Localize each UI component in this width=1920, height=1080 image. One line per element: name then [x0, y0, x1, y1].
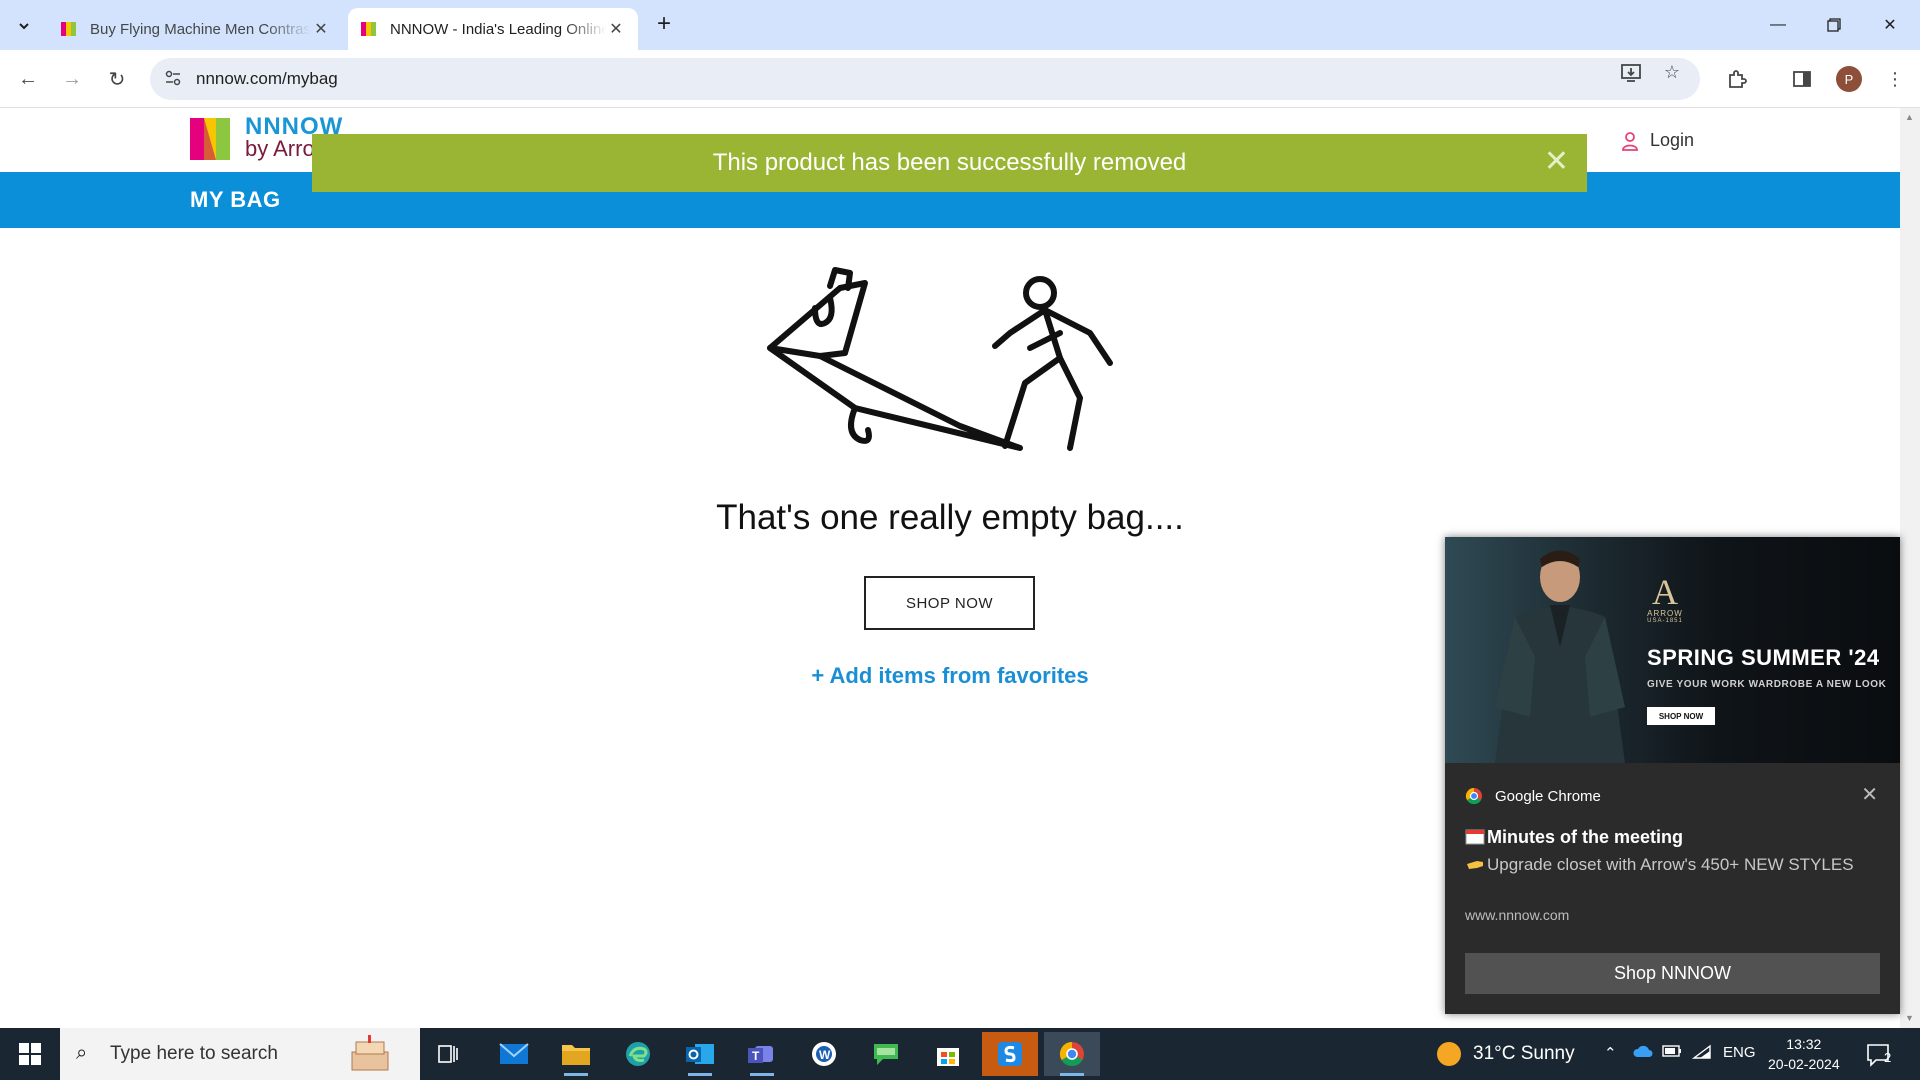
notification-close-icon[interactable]: ✕ [1861, 782, 1878, 807]
action-center-icon[interactable]: 2 [1866, 1042, 1896, 1068]
svg-text:T: T [752, 1049, 760, 1063]
battery-icon[interactable] [1662, 1044, 1682, 1062]
tab-close-icon[interactable]: ✕ [606, 19, 626, 39]
windows-start-icon[interactable] [0, 1028, 60, 1080]
birthday-cake-icon [351, 1035, 389, 1071]
brand-sub: USA-1851 [1647, 618, 1683, 624]
new-tab-plus-icon[interactable]: + [650, 11, 678, 39]
mail-icon[interactable] [486, 1032, 542, 1076]
app-icon-w[interactable]: W [796, 1032, 852, 1076]
notification-site: www.nnnow.com [1465, 907, 1570, 923]
forward-arrow-icon[interactable]: → [57, 64, 87, 94]
clock-time: 13:32 [1786, 1036, 1822, 1052]
install-app-icon[interactable] [1619, 62, 1643, 86]
ad-subline: GIVE YOUR WORK WARDROBE A NEW LOOK [1647, 679, 1887, 690]
selected-app-icon[interactable] [982, 1032, 1038, 1076]
task-view-icon[interactable] [420, 1032, 476, 1076]
toast-message: This product has been successfully remov… [712, 149, 1187, 176]
nnnow-favicon-icon [361, 22, 376, 36]
pointing-hand-emoji-icon [1467, 861, 1483, 869]
tray-chevron-up-icon[interactable]: ⌃ [1604, 1044, 1617, 1062]
store-icon[interactable] [920, 1032, 976, 1076]
page-scrollbar[interactable]: ▲ ▼ [1900, 108, 1920, 1028]
running-indicator [1060, 1073, 1084, 1076]
bookmark-star-icon[interactable]: ☆ [1660, 62, 1684, 86]
taskbar-search-placeholder: Type here to search [110, 1043, 278, 1064]
scroll-down-arrow-icon[interactable]: ▼ [1905, 1013, 1914, 1023]
chrome-notification[interactable]: A ARROW USA-1851 SPRING SUMMER '24 GIVE … [1445, 537, 1900, 1014]
arrow-brand-logo: A ARROW USA-1851 [1645, 572, 1685, 624]
notification-app: Google Chrome [1465, 787, 1601, 805]
notification-ad-image[interactable]: A ARROW USA-1851 SPRING SUMMER '24 GIVE … [1445, 537, 1900, 763]
site-info-icon[interactable] [164, 69, 184, 89]
taskbar-search-box[interactable]: ⌕ Type here to search [60, 1028, 420, 1080]
weather-text: 31°C Sunny [1473, 1043, 1575, 1064]
reload-icon[interactable]: ↻ [102, 64, 132, 94]
login-link[interactable]: Login [1620, 130, 1694, 151]
teams-icon[interactable]: T [734, 1032, 790, 1076]
onedrive-cloud-icon[interactable] [1632, 1044, 1654, 1062]
weather-widget[interactable]: 31°C Sunny [1437, 1042, 1575, 1066]
notification-title: Minutes of the meeting [1487, 827, 1684, 847]
nnnow-logo-icon[interactable] [190, 118, 230, 160]
running-indicator [750, 1073, 774, 1076]
ad-headline: SPRING SUMMER '24 [1647, 645, 1880, 670]
back-arrow-icon[interactable]: ← [13, 64, 43, 94]
scroll-up-arrow-icon[interactable]: ▲ [1905, 112, 1914, 122]
tab-nnnow[interactable]: NNNOW - India's Leading Online ✕ [348, 8, 638, 50]
calendar-emoji-icon [1465, 829, 1485, 845]
user-icon [1622, 131, 1638, 151]
running-indicator [688, 1073, 712, 1076]
arrow-logo-glyph-icon: A [1652, 572, 1678, 612]
tab-flying-machine[interactable]: Buy Flying Machine Men Contrast ✕ [48, 8, 343, 50]
login-label: Login [1650, 130, 1695, 150]
notification-title-row: Minutes of the meeting [1465, 827, 1683, 848]
empty-bag-illustration-icon [767, 267, 1113, 451]
tab-close-icon[interactable]: ✕ [311, 19, 331, 39]
shop-nnnow-button[interactable]: Shop NNNOW [1465, 953, 1880, 994]
running-indicator [564, 1073, 588, 1076]
edge-browser-icon[interactable] [610, 1032, 666, 1076]
search-icon: ⌕ [76, 1042, 88, 1064]
profile-avatar[interactable]: P [1836, 66, 1862, 92]
notification-body: Upgrade closet with Arrow's 450+ NEW STY… [1487, 855, 1854, 874]
brand-name: ARROW [1647, 609, 1683, 618]
notification-count-badge: 2 [1884, 1050, 1892, 1065]
page-title: MY BAG [190, 187, 281, 212]
language-indicator[interactable]: ENG [1723, 1044, 1756, 1061]
url-text: nnnow.com/mybag [196, 69, 338, 88]
chat-app-icon[interactable] [858, 1032, 914, 1076]
windows-taskbar: ⌕ Type here to search T W 31°C Sunny ⌃ E… [0, 1028, 1920, 1080]
wifi-icon[interactable] [1691, 1044, 1712, 1064]
close-window-icon[interactable]: ✕ [1862, 0, 1918, 50]
address-bar[interactable]: nnnow.com/mybag [150, 58, 1700, 100]
ad-shop-now-button[interactable]: SHOP NOW [1647, 707, 1715, 725]
chrome-taskbar-icon[interactable] [1044, 1032, 1100, 1076]
notification-app-name: Google Chrome [1495, 787, 1601, 805]
tab-title: NNNOW - India's Leading Online [390, 20, 606, 38]
empty-bag-message: That's one really empty bag.... [716, 498, 1184, 537]
sun-icon [1437, 1042, 1461, 1066]
browser-toolbar: ← → ↻ nnnow.com/mybag ☆ ⋮ [0, 50, 1920, 108]
system-clock[interactable]: 13:32 20-02-2024 [1768, 1034, 1840, 1074]
chrome-logo-icon [1465, 787, 1482, 805]
outlook-icon[interactable] [672, 1032, 728, 1076]
svg-text:W: W [819, 1048, 831, 1062]
chrome-menu-icon[interactable]: ⋮ [1880, 64, 1910, 94]
file-explorer-icon[interactable] [548, 1032, 604, 1076]
side-panel-icon[interactable] [1787, 64, 1817, 94]
toast-close-icon[interactable]: ✕ [1544, 144, 1569, 179]
notification-body-row: Upgrade closet with Arrow's 450+ NEW STY… [1465, 852, 1885, 877]
browser-tab-strip: Buy Flying Machine Men Contrast ✕ NNNOW … [0, 0, 1920, 50]
nnnow-favicon-icon [61, 22, 76, 36]
shop-now-button[interactable]: SHOP NOW [864, 576, 1035, 630]
extensions-puzzle-icon[interactable] [1722, 64, 1752, 94]
minimize-icon[interactable]: — [1750, 0, 1806, 50]
tab-search-chevron-icon[interactable] [10, 12, 38, 40]
model-figure-icon [1495, 550, 1625, 763]
tab-title: Buy Flying Machine Men Contrast [90, 20, 311, 38]
success-toast: This product has been successfully remov… [312, 134, 1587, 192]
clock-date: 20-02-2024 [1768, 1056, 1840, 1072]
restore-icon[interactable] [1806, 0, 1862, 50]
